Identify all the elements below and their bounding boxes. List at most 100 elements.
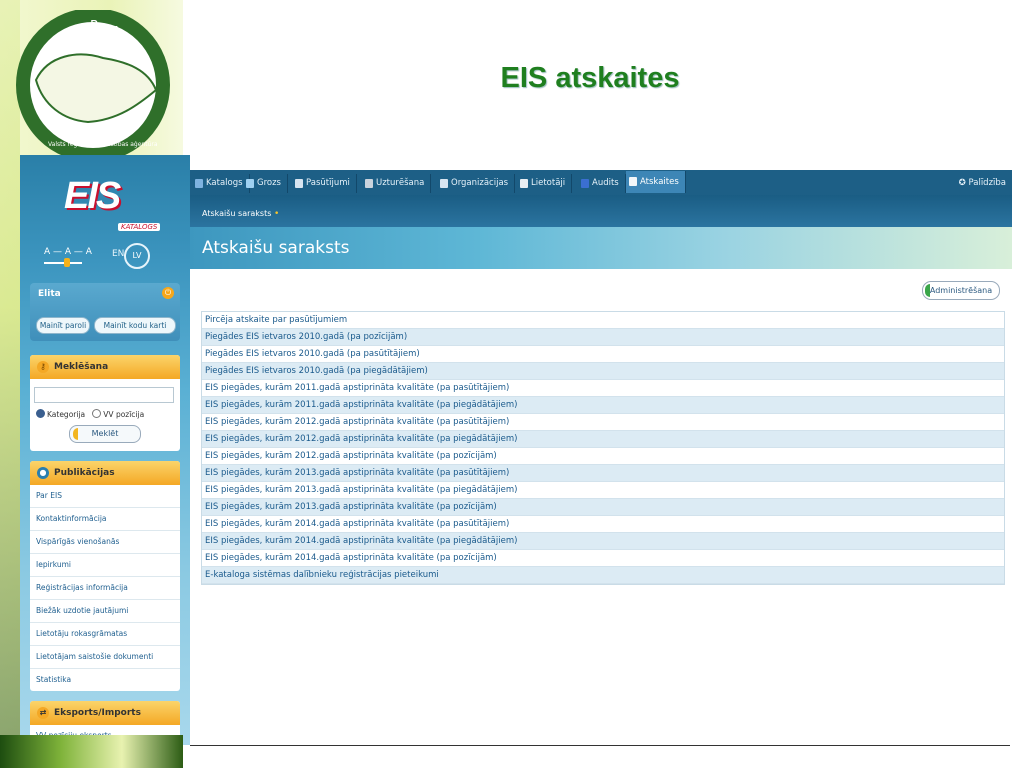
report-link[interactable]: EIS piegādes, kurām 2011.gadā apstiprinā… (202, 380, 1004, 397)
orders-icon (295, 179, 303, 188)
report-link[interactable]: EIS piegādes, kurām 2012.gadā apstiprinā… (202, 448, 1004, 465)
report-link[interactable]: EIS piegādes, kurām 2014.gadā apstiprinā… (202, 533, 1004, 550)
publications-icon: ● (37, 467, 49, 479)
key-icon: ⚷ (37, 361, 49, 373)
publication-link[interactable]: Biežāk uzdotie jautājumi (30, 600, 180, 623)
report-link[interactable]: Piegādes EIS ietvaros 2010.gadā (pa pozī… (202, 329, 1004, 346)
tab-label: Organizācijas (451, 178, 509, 188)
tab-label: Pasūtījumi (306, 178, 350, 188)
report-link[interactable]: EIS piegādes, kurām 2012.gadā apstiprinā… (202, 414, 1004, 431)
publication-link[interactable]: Lietotāju rokasgrāmatas (30, 623, 180, 646)
tab-label: Lietotāji (531, 178, 566, 188)
wrench-icon (365, 179, 373, 188)
publication-link[interactable]: Statistika (30, 669, 180, 691)
tab-uzturesana[interactable]: Uzturēšana (362, 174, 432, 193)
radio-position-label: VV pozīcija (103, 410, 145, 419)
vraa-caption: Valsts reģionālās attīstības aģentūra (48, 141, 158, 148)
report-link[interactable]: Piegādes EIS ietvaros 2010.gadā (pa pieg… (202, 363, 1004, 380)
radio-position[interactable] (92, 409, 102, 418)
lang-en-link[interactable]: EN (112, 249, 124, 259)
vraa-letter: R (90, 19, 99, 34)
report-document-icon (629, 177, 637, 186)
tab-label: Atskaites (640, 177, 679, 187)
administration-button[interactable]: Administrēšana (922, 281, 1000, 300)
breadcrumb[interactable]: Atskaišu saraksts • (202, 209, 279, 219)
tab-katalogs[interactable]: Katalogs (192, 174, 250, 193)
publication-link[interactable]: Kontaktinformācija (30, 508, 180, 531)
change-code-card-button[interactable]: Mainīt kodu karti (94, 317, 176, 334)
vraa-letter: A (130, 39, 139, 54)
publication-link[interactable]: Iepirkumi (30, 554, 180, 577)
cart-icon (246, 179, 254, 188)
search-panel: ⚷ Meklēšana Kategorija VV pozīcija Meklē… (30, 355, 180, 451)
report-link[interactable]: EIS piegādes, kurām 2012.gadā apstiprinā… (202, 431, 1004, 448)
publication-link[interactable]: Vispārīgās vienošanās (30, 531, 180, 554)
report-link[interactable]: EIS piegādes, kurām 2014.gadā apstiprinā… (202, 550, 1004, 567)
help-icon: ✪ (958, 178, 966, 188)
publication-link[interactable]: Reģistrācijas informācija (30, 577, 180, 600)
title-bar: Atskaišu saraksts (190, 227, 1012, 269)
tab-organizacijas[interactable]: Organizācijas (437, 174, 516, 193)
administration-button-label: Administrēšana (929, 286, 993, 295)
tab-grozs[interactable]: Grozs (243, 174, 288, 193)
report-link[interactable]: EIS piegādes, kurām 2013.gadā apstiprinā… (202, 465, 1004, 482)
publications-panel: ● Publikācijas Par EIS Kontaktinformācij… (30, 461, 180, 691)
top-navigation: Katalogs Grozs Pasūtījumi Uzturēšana Org… (190, 170, 1012, 195)
breadcrumb-label: Atskaišu saraksts (202, 209, 272, 218)
publications-panel-header: ● Publikācijas (30, 461, 180, 485)
export-import-panel-title: Eksports/Imports (54, 708, 141, 718)
tab-label: Uzturēšana (376, 178, 425, 188)
tab-lietotaji[interactable]: Lietotāji (517, 174, 573, 193)
report-link[interactable]: EIS piegādes, kurām 2013.gadā apstiprinā… (202, 482, 1004, 499)
report-link[interactable]: EIS piegādes, kurām 2013.gadā apstiprinā… (202, 499, 1004, 516)
button-cap-icon (925, 284, 930, 297)
help-link[interactable]: ✪ Palīdzība (959, 174, 1006, 193)
search-panel-header: ⚷ Meklēšana (30, 355, 180, 379)
page-title: Atskaišu saraksts (202, 238, 350, 258)
users-icon (520, 179, 528, 188)
katalogs-tag: KATALOGS (118, 223, 161, 231)
tab-audits[interactable]: Audits (578, 174, 626, 193)
logout-power-icon[interactable]: ⏻ (162, 287, 174, 299)
search-button-label: Meklēt (91, 429, 119, 438)
report-link[interactable]: E-kataloga sistēmas dalībnieku reģistrāc… (202, 567, 1004, 584)
tab-label: Katalogs (206, 178, 243, 188)
tab-pasutijumi[interactable]: Pasūtījumi (292, 174, 357, 193)
button-cap-icon (73, 428, 78, 440)
app-screenshot: EIS KATALOGS A — A — A EN LV Elita ⏻ Mai… (20, 155, 1012, 745)
export-import-panel-header: ⇄ Eksports/Imports (30, 701, 180, 725)
publication-link[interactable]: Par EIS (30, 485, 180, 508)
eis-logo[interactable]: EIS KATALOGS (34, 167, 174, 247)
audit-icon (581, 179, 589, 188)
vraa-logo: V R A A Valsts reģionālās attīstības aģe… (16, 10, 170, 160)
eis-logo-text: EIS (64, 175, 121, 217)
bottom-decoration (0, 735, 183, 768)
breadcrumb-bar: Atskaišu saraksts • (190, 195, 1012, 227)
reports-list: Pircēja atskaite par pasūtījumiem Piegād… (201, 311, 1005, 585)
font-size-slider-handle[interactable] (64, 258, 70, 267)
font-size-slider[interactable] (44, 262, 82, 264)
publication-link[interactable]: Lietotājam saistošie dokumenti (30, 646, 180, 669)
vraa-letter: V (68, 27, 77, 42)
report-link[interactable]: EIS piegādes, kurām 2011.gadā apstiprinā… (202, 397, 1004, 414)
report-link[interactable]: Piegādes EIS ietvaros 2010.gadā (pa pasū… (202, 346, 1004, 363)
change-password-button[interactable]: Mainīt paroli (36, 317, 90, 334)
report-link[interactable]: Pircēja atskaite par pasūtījumiem (202, 312, 1004, 329)
lang-lv-link[interactable]: LV (124, 243, 150, 269)
search-input[interactable] (34, 387, 174, 403)
catalog-book-icon (195, 179, 203, 188)
breadcrumb-dot-icon: • (273, 209, 280, 219)
search-button[interactable]: Meklēt (69, 425, 141, 443)
publications-panel-title: Publikācijas (54, 468, 115, 478)
radio-category[interactable] (36, 409, 45, 418)
tab-atskaites[interactable]: Atskaites (626, 171, 686, 193)
report-link[interactable]: EIS piegādes, kurām 2014.gadā apstiprinā… (202, 516, 1004, 533)
font-size-label: A — A — A (44, 247, 92, 257)
user-name: Elita (38, 289, 61, 299)
user-panel: Elita ⏻ Mainīt paroli Mainīt kodu karti (30, 283, 180, 341)
search-panel-title: Meklēšana (54, 362, 109, 372)
slide-title: EIS atskaites (500, 62, 680, 94)
organization-icon (440, 179, 448, 188)
transfer-arrows-icon: ⇄ (37, 707, 49, 719)
radio-category-label: Kategorija (47, 410, 86, 419)
